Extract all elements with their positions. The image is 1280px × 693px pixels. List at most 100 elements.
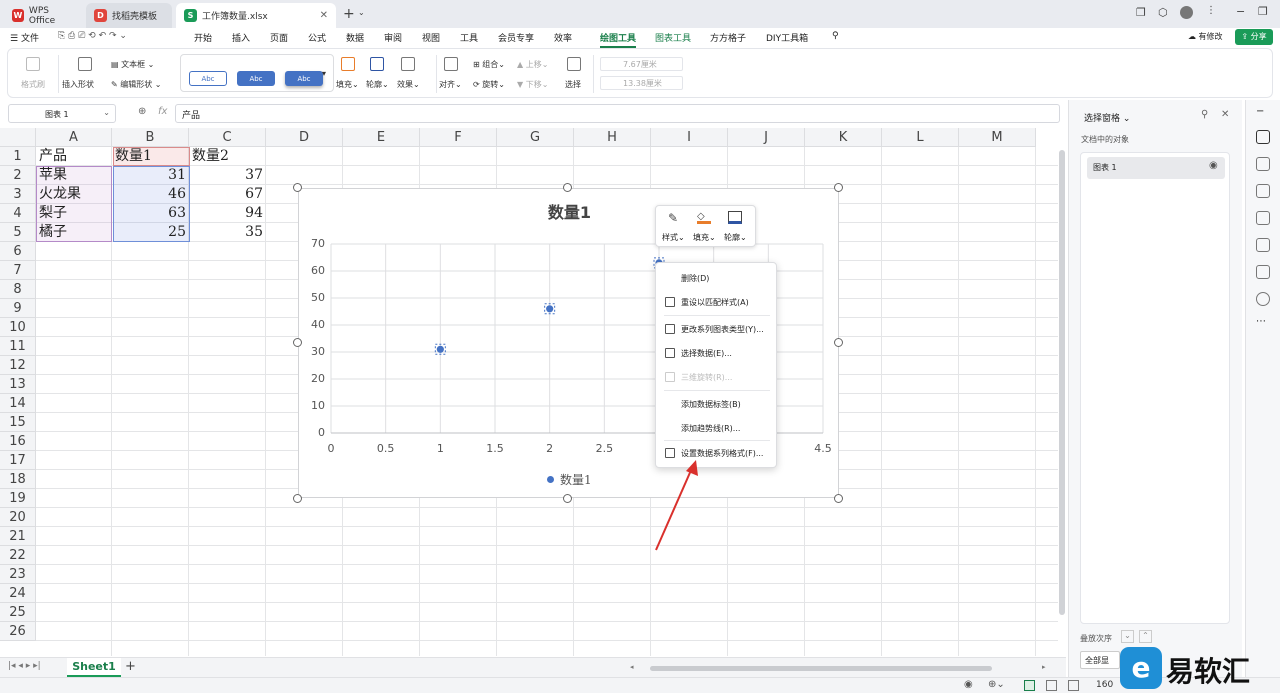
cell[interactable]: 25 [112, 223, 189, 242]
menu-fangfang[interactable]: 方方格子 [710, 31, 746, 44]
tab-wps-office[interactable]: W WPS Office [4, 3, 82, 28]
fill-button[interactable]: 填充⌄ [336, 79, 359, 90]
outline-button[interactable]: 轮廓⌄ [366, 79, 389, 90]
normal-view-icon[interactable] [1024, 680, 1035, 691]
style-button[interactable]: 样式⌄ [662, 232, 685, 243]
column-header[interactable]: G [497, 128, 574, 147]
row-header[interactable]: 12 [0, 356, 36, 375]
row-header[interactable]: 5 [0, 223, 36, 242]
add-sheet-icon[interactable]: + [125, 659, 136, 674]
effect-button[interactable]: 效果⌄ [397, 79, 420, 90]
pane-title[interactable]: 选择窗格 ⌄ [1084, 111, 1130, 124]
row-header[interactable]: 21 [0, 527, 36, 546]
resize-handle-bm[interactable] [563, 494, 572, 503]
menu-home[interactable]: 开始 [194, 31, 212, 44]
cell[interactable]: 火龙果 [36, 185, 112, 204]
reading-mode-icon[interactable]: ⊕⌄ [988, 679, 1005, 690]
new-tab-icon[interactable]: + [343, 6, 355, 22]
row-header[interactable]: 1 [0, 147, 36, 166]
bring-up-button[interactable]: ▲ 上移⌄ [517, 59, 548, 70]
tools-icon[interactable] [1256, 238, 1270, 252]
formula-input[interactable]: 产品 [175, 104, 1060, 123]
select-all-corner[interactable] [0, 128, 36, 147]
book-icon[interactable] [1256, 265, 1270, 279]
select-button[interactable]: 选择 [565, 79, 581, 90]
cell[interactable]: 35 [189, 223, 266, 242]
minimize-pane-icon[interactable]: − [1256, 106, 1270, 120]
cell[interactable]: 67 [189, 185, 266, 204]
eye-protect-icon[interactable]: ◉ [964, 679, 973, 690]
menu-review[interactable]: 审阅 [384, 31, 402, 44]
row-header[interactable]: 17 [0, 451, 36, 470]
menu-efficiency[interactable]: 效率 [554, 31, 572, 44]
show-all-button[interactable]: 全部显 [1080, 651, 1120, 669]
row-header[interactable]: 23 [0, 565, 36, 584]
cell[interactable]: 37 [189, 166, 266, 185]
search-icon[interactable]: ⚲ [832, 31, 839, 41]
column-header[interactable]: F [420, 128, 497, 147]
row-header[interactable]: 25 [0, 603, 36, 622]
menu-add-data-labels[interactable]: 添加数据标签(B) [681, 399, 741, 410]
resize-handle-tm[interactable] [563, 183, 572, 192]
style-shadow[interactable]: Abc [285, 71, 323, 86]
column-header[interactable]: A [36, 128, 112, 147]
row-header[interactable]: 10 [0, 318, 36, 337]
zoom-icon[interactable]: ⊕ [138, 106, 146, 117]
page-icon[interactable] [1256, 184, 1270, 198]
width-input[interactable]: 13.38厘米 [600, 76, 683, 90]
resize-handle-ml[interactable] [293, 338, 302, 347]
cell[interactable]: 数量1 [112, 147, 189, 166]
column-header[interactable]: E [343, 128, 420, 147]
window-restore-icon[interactable]: ❐ [1136, 6, 1146, 19]
order-down-button[interactable]: ⌄ [1121, 630, 1134, 643]
row-header[interactable]: 19 [0, 489, 36, 508]
minimize-icon[interactable]: − [1236, 5, 1245, 18]
chart-legend[interactable]: 数量1 [547, 471, 592, 488]
object-item-chart[interactable]: 图表 1 ◉ [1087, 157, 1225, 179]
properties-icon[interactable] [1256, 157, 1270, 171]
style-outline[interactable]: Abc [189, 71, 227, 86]
menu-insert[interactable]: 插入 [232, 31, 250, 44]
row-header[interactable]: 24 [0, 584, 36, 603]
cell[interactable]: 数量2 [189, 147, 266, 166]
fx-icon[interactable]: fx [158, 106, 167, 117]
column-header[interactable]: L [882, 128, 959, 147]
sheet-nav-icons[interactable]: |◂ ◂ ▸ ▸| [8, 661, 41, 671]
menu-add-trendline[interactable]: 添加趋势线(R)... [681, 423, 740, 434]
row-header[interactable]: 3 [0, 185, 36, 204]
style-fill[interactable]: Abc [237, 71, 275, 86]
row-header[interactable]: 2 [0, 166, 36, 185]
menu-delete[interactable]: 删除(D) [681, 273, 709, 284]
horizontal-scrollbar[interactable] [650, 666, 992, 671]
resize-handle-mr[interactable] [834, 338, 843, 347]
row-header[interactable]: 6 [0, 242, 36, 261]
zoom-level[interactable]: 160 [1096, 680, 1113, 690]
menu-3d-rotation[interactable]: 三维旋转(R)... [681, 372, 732, 383]
menu-tools[interactable]: 工具 [460, 31, 478, 44]
send-down-button[interactable]: ▼ 下移⌄ [517, 79, 548, 90]
help-icon[interactable] [1256, 292, 1270, 306]
row-header[interactable]: 14 [0, 394, 36, 413]
cell[interactable]: 橘子 [36, 223, 112, 242]
format-painter-button[interactable]: 格式刷 [21, 79, 45, 90]
sheet-tab-sheet1[interactable]: Sheet1 [67, 658, 121, 677]
file-menu[interactable]: ☰ 文件 [10, 31, 39, 44]
row-header[interactable]: 7 [0, 261, 36, 280]
chevron-down-icon[interactable]: ⌄ [358, 8, 365, 17]
menu-view[interactable]: 视图 [422, 31, 440, 44]
resize-handle-br[interactable] [834, 494, 843, 503]
pin-icon[interactable]: ⚲ [1201, 109, 1208, 120]
more-icon[interactable]: ⋯ [1256, 316, 1270, 330]
cell[interactable]: 苹果 [36, 166, 112, 185]
insert-shape-button[interactable]: 插入形状 [62, 79, 94, 90]
maximize-icon[interactable]: ❐ [1258, 5, 1268, 18]
edit-shape-button[interactable]: ✎ 编辑形状 ⌄ [111, 79, 162, 90]
gallery-more-icon[interactable]: ▾ [322, 69, 326, 78]
column-header[interactable]: C [189, 128, 266, 147]
menu-drawing-tools[interactable]: 绘图工具 [600, 31, 637, 48]
order-up-button[interactable]: ⌃ [1139, 630, 1152, 643]
row-header[interactable]: 15 [0, 413, 36, 432]
menu-diy[interactable]: DIY工具箱 [766, 31, 808, 44]
column-header[interactable]: K [805, 128, 882, 147]
row-header[interactable]: 8 [0, 280, 36, 299]
